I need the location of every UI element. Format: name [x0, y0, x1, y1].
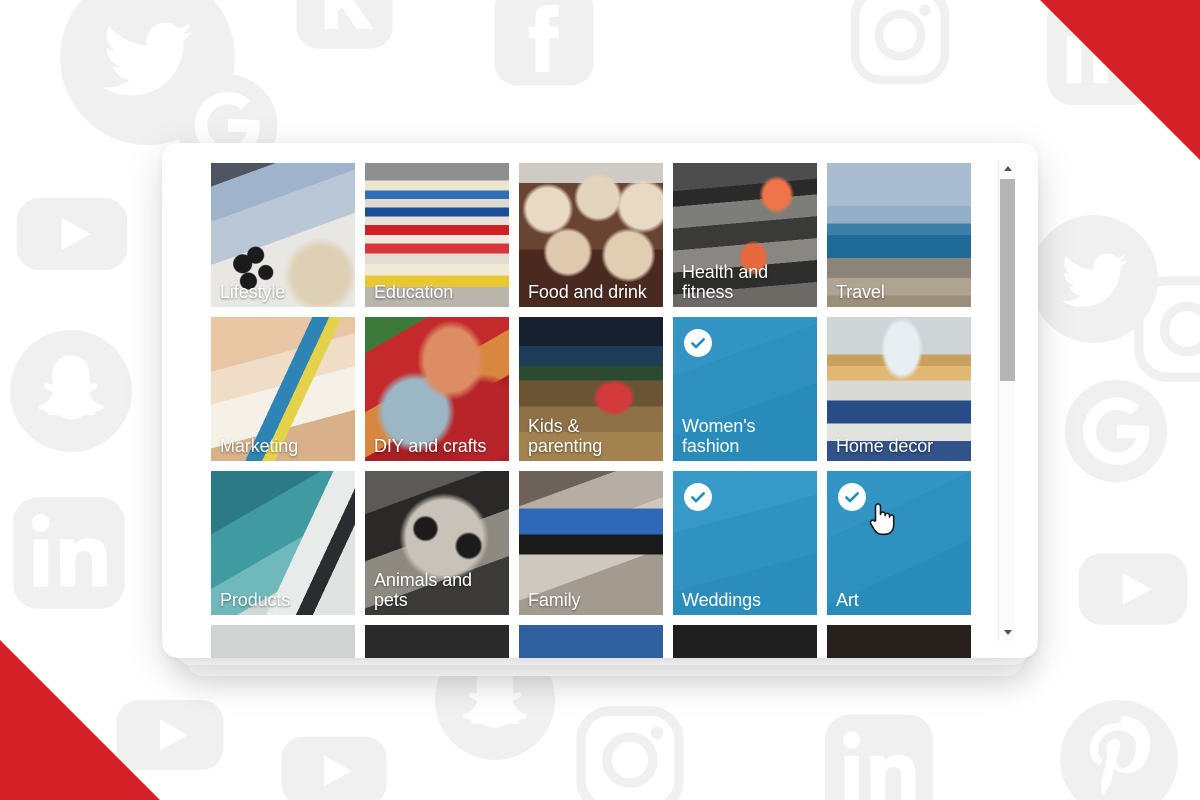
category-tile-label: Education	[374, 281, 454, 302]
red-corner-triangle-top-right	[1040, 0, 1200, 160]
linkedin-icon	[8, 492, 130, 614]
scrollbar-thumb[interactable]	[1000, 179, 1015, 382]
youtube-icon	[1072, 528, 1194, 650]
category-tile[interactable]: Women's fashion	[673, 317, 817, 461]
facebook-icon	[490, 0, 598, 90]
category-tile-label: Lifestyle	[220, 281, 286, 302]
category-tile[interactable]	[365, 625, 509, 658]
category-tile-label: Products	[220, 589, 291, 610]
category-tile-label: DIY and crafts	[374, 435, 487, 456]
google-g-icon	[1060, 375, 1172, 487]
category-tile-label: Kids & parenting	[528, 415, 603, 456]
category-tile[interactable]: Lifestyle	[211, 163, 355, 307]
category-tile-label: Animals and pets	[374, 569, 472, 610]
check-circle-icon	[684, 329, 712, 357]
category-tile[interactable]	[211, 625, 355, 658]
category-grid-viewport: Lifestyle Education Food and drink Health a…	[162, 143, 1000, 658]
category-tile[interactable]	[827, 625, 971, 658]
category-grid: Lifestyle Education Food and drink Health a…	[211, 163, 981, 658]
category-tile[interactable]: Weddings	[673, 471, 817, 615]
youtube-icon	[275, 712, 393, 800]
category-tile[interactable]: DIY and crafts	[365, 317, 509, 461]
category-tile-image	[365, 625, 509, 658]
screenshot-root: Lifestyle Education Food and drink Health a…	[0, 0, 1200, 800]
instagram-icon	[570, 700, 690, 800]
klout-k-icon	[292, 0, 397, 53]
category-tile-label: Travel	[836, 281, 885, 302]
category-tile[interactable]	[673, 625, 817, 658]
category-tile[interactable]: Animals and pets	[365, 471, 509, 615]
category-tile[interactable]: Home decor	[827, 317, 971, 461]
category-tile-label: Weddings	[682, 589, 761, 610]
pinterest-icon	[1060, 700, 1178, 800]
category-tile-image	[211, 625, 355, 658]
scroll-down-arrow-icon[interactable]	[999, 624, 1016, 641]
category-tile-image	[519, 625, 663, 658]
category-tile-label: Art	[836, 589, 859, 610]
category-tile-label: Food and drink	[528, 281, 647, 302]
linkedin-icon	[820, 710, 938, 800]
instagram-icon	[845, 0, 955, 90]
category-tile[interactable]: Food and drink	[519, 163, 663, 307]
category-picker-modal: Lifestyle Education Food and drink Health a…	[162, 143, 1038, 658]
category-tile-label: Marketing	[220, 435, 299, 456]
category-tile[interactable]: Education	[365, 163, 509, 307]
category-tile[interactable]: Kids & parenting	[519, 317, 663, 461]
category-tile-image	[673, 625, 817, 658]
category-tile[interactable]: Marketing	[211, 317, 355, 461]
category-tile[interactable]: Travel	[827, 163, 971, 307]
category-tile[interactable]: Products	[211, 471, 355, 615]
category-tile-label: Health and fitness	[682, 261, 769, 302]
grid-scrollbar[interactable]	[998, 160, 1015, 641]
red-corner-triangle-bottom-left	[0, 640, 160, 800]
scroll-up-arrow-icon[interactable]	[999, 160, 1016, 177]
check-circle-icon	[838, 483, 866, 511]
category-tile-image	[827, 625, 971, 658]
category-tile[interactable]	[519, 625, 663, 658]
twitter-icon	[1030, 215, 1158, 343]
category-tile[interactable]: Art	[827, 471, 971, 615]
category-tile-label: Home decor	[836, 435, 934, 456]
category-tile-label: Women's fashion	[682, 415, 756, 456]
check-circle-icon	[684, 483, 712, 511]
category-tile[interactable]: Family	[519, 471, 663, 615]
snapchat-icon	[10, 330, 132, 452]
category-tile-label: Family	[528, 589, 581, 610]
category-tile[interactable]: Health and fitness	[673, 163, 817, 307]
youtube-icon	[10, 172, 134, 296]
